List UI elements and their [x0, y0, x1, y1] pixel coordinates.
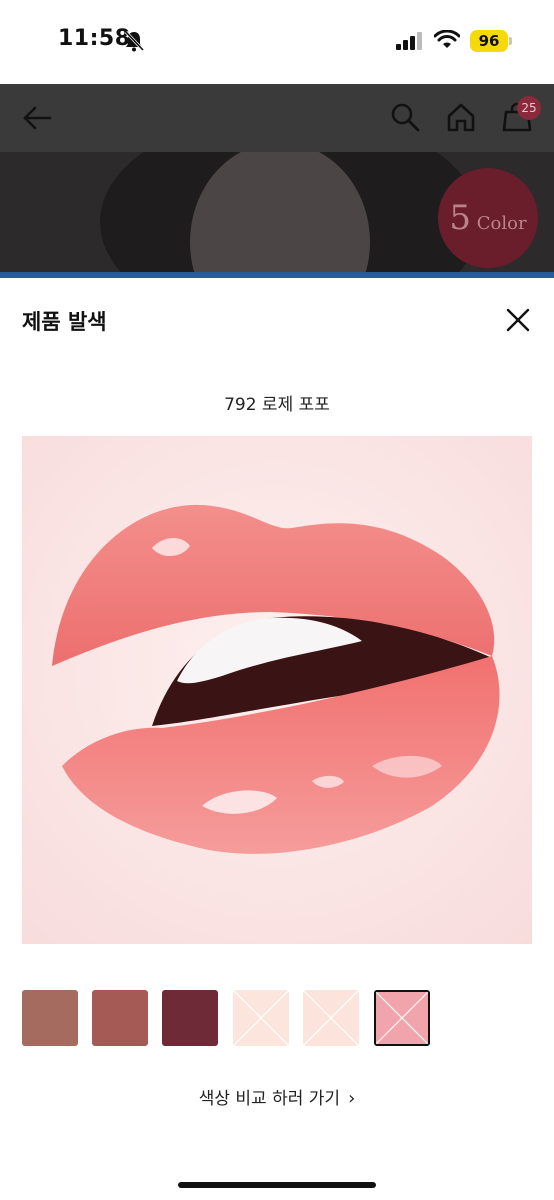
home-indicator	[178, 1182, 376, 1188]
compare-colors-label: 색상 비교 하러 가기	[198, 1089, 341, 1109]
battery-tip	[509, 37, 512, 45]
color-count-number: 5	[449, 198, 472, 238]
bell-slash-icon	[124, 30, 144, 52]
color-chip-1[interactable]	[22, 990, 78, 1046]
color-swatch-sheet: 제품 발색 792 로제 포포 색상 비교 하러 가기 ›	[0, 278, 554, 1200]
unavailable-cross-icon	[376, 992, 428, 1044]
home-icon[interactable]	[446, 102, 476, 132]
wifi-icon	[434, 30, 460, 48]
color-count-badge: 5 Color	[438, 168, 538, 268]
color-chip-2[interactable]	[92, 990, 148, 1046]
color-count-label: Color	[476, 213, 527, 234]
cart-count-badge: 25	[517, 96, 541, 120]
unavailable-cross-icon	[233, 990, 289, 1046]
product-hero-image: 5 Color	[0, 152, 554, 276]
close-icon[interactable]	[504, 306, 532, 334]
color-chip-list	[22, 990, 532, 1046]
unavailable-cross-icon	[303, 990, 359, 1046]
color-chip-3[interactable]	[162, 990, 218, 1046]
hero-face	[190, 152, 370, 276]
signal-icon	[396, 32, 422, 50]
chevron-right-icon: ›	[348, 1088, 356, 1109]
app-header: 25	[0, 84, 554, 152]
status-bar: 11:58 96	[0, 0, 554, 84]
color-chip-5[interactable]	[303, 990, 359, 1046]
sheet-title: 제품 발색	[22, 310, 107, 334]
compare-colors-link[interactable]: 색상 비교 하러 가기 ›	[0, 1084, 554, 1109]
lip-swatch-image	[22, 436, 532, 944]
color-chip-4[interactable]	[233, 990, 289, 1046]
color-chip-6[interactable]	[374, 990, 430, 1046]
search-icon[interactable]	[390, 102, 420, 132]
back-arrow-icon[interactable]	[22, 104, 52, 132]
status-time: 11:58	[58, 26, 131, 51]
shade-name: 792 로제 포포	[224, 395, 330, 415]
battery-indicator: 96	[470, 30, 508, 52]
